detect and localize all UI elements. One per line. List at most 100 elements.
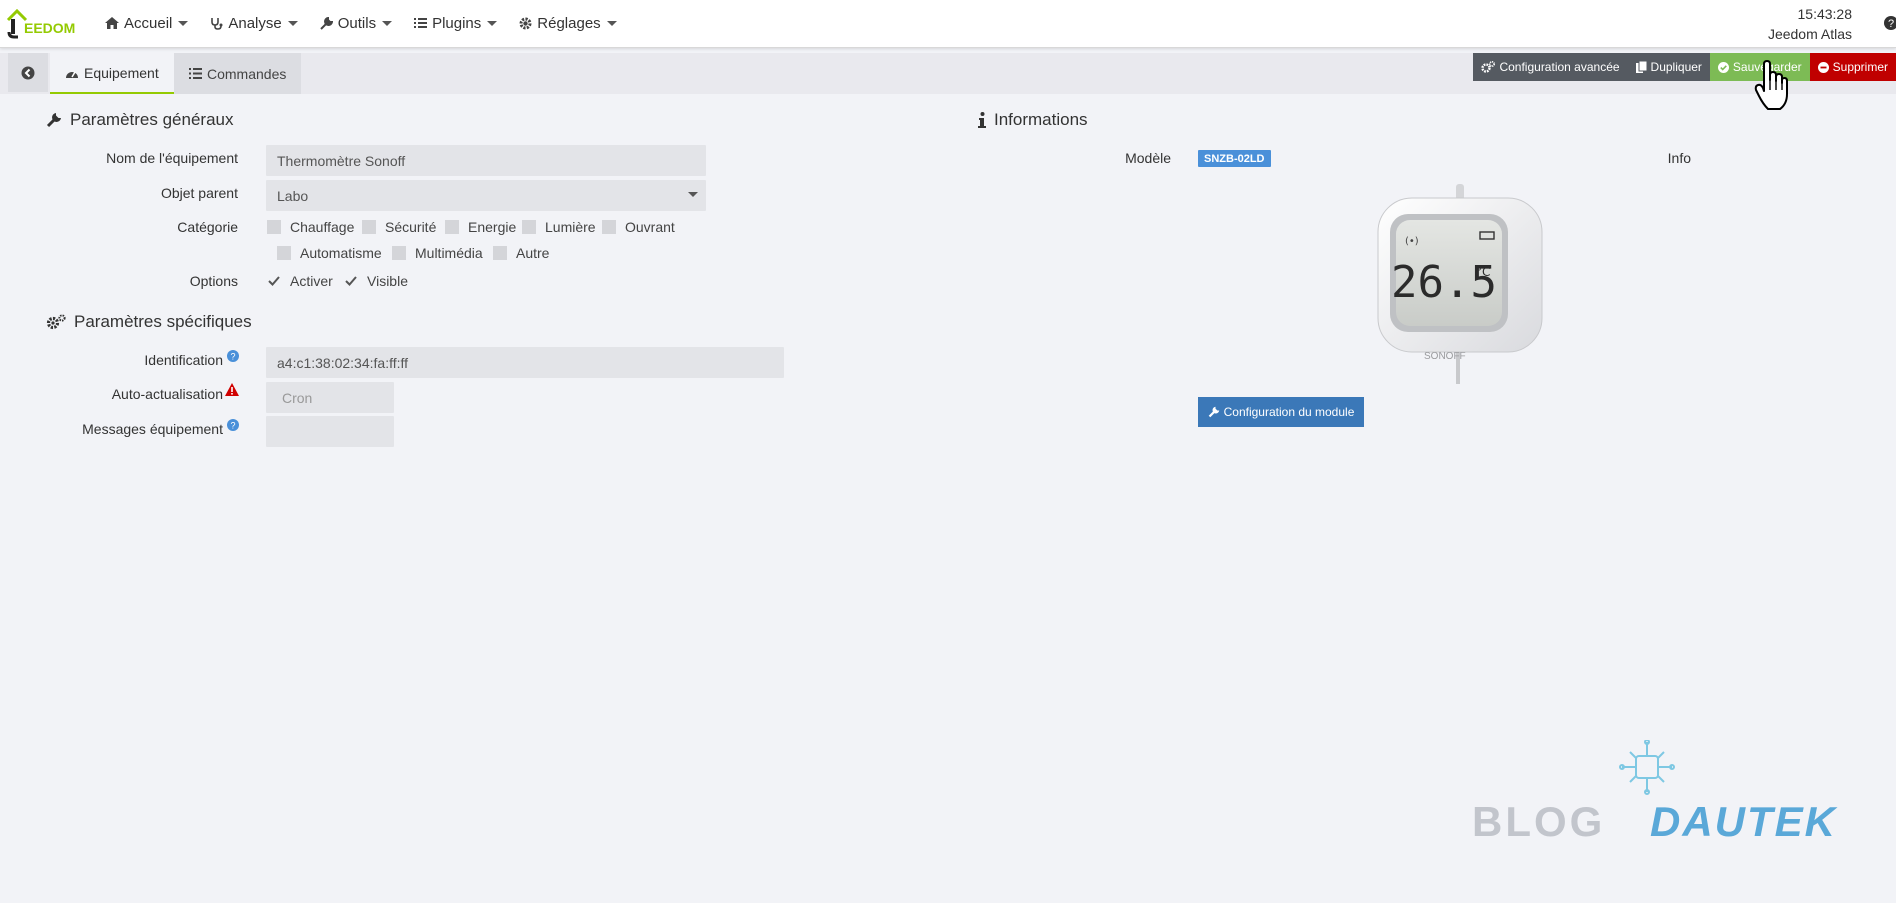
checkbox-box bbox=[522, 220, 536, 234]
question-circle-icon[interactable]: ? bbox=[227, 418, 239, 431]
tab-equipement[interactable]: Equipement bbox=[50, 53, 174, 94]
objet-parent-select[interactable]: Labo bbox=[266, 180, 706, 211]
category-lumiere-checkbox[interactable]: Lumière bbox=[522, 219, 596, 235]
dupliquer-label: Dupliquer bbox=[1650, 60, 1702, 74]
config-avancee-label: Configuration avancée bbox=[1499, 60, 1620, 74]
category-chauffage-checkbox[interactable]: Chauffage bbox=[267, 219, 354, 235]
category-autre-checkbox[interactable]: Autre bbox=[493, 245, 549, 261]
hand-pointer-cursor-icon bbox=[1754, 60, 1790, 112]
tab-commandes[interactable]: Commandes bbox=[174, 53, 302, 94]
watermark-blog-text: BLOG bbox=[1472, 798, 1605, 845]
device-display-unit: °C bbox=[1476, 265, 1490, 279]
dupliquer-button[interactable]: Dupliquer bbox=[1627, 53, 1710, 81]
clock: 15:43:28 Jeedom Atlas bbox=[1768, 4, 1852, 44]
category-multimedia-checkbox[interactable]: Multimédia bbox=[392, 245, 483, 261]
tab-commandes-label: Commandes bbox=[207, 65, 287, 82]
list-icon bbox=[189, 68, 202, 79]
tachometer-icon bbox=[65, 67, 79, 79]
chevron-down-icon bbox=[606, 20, 617, 26]
svg-text:?: ? bbox=[1888, 18, 1894, 30]
nom-equipement-value: Thermomètre Sonoff bbox=[277, 152, 406, 169]
device-brand-label: SONOFF bbox=[1424, 351, 1466, 362]
category-automatisme-label: Automatisme bbox=[300, 245, 382, 261]
nom-equipement-input[interactable]: Thermomètre Sonoff bbox=[266, 145, 706, 176]
category-ouvrant-checkbox[interactable]: Ouvrant bbox=[602, 219, 675, 235]
tasks-icon bbox=[414, 17, 428, 29]
device-image: (•) 26.5 °C SONOFF bbox=[1372, 184, 1548, 384]
modele-label: Modèle bbox=[1125, 150, 1171, 166]
cog-icon bbox=[519, 17, 532, 30]
back-button[interactable] bbox=[8, 53, 48, 92]
nav-accueil-label: Accueil bbox=[124, 14, 173, 32]
wrench-icon bbox=[46, 112, 62, 128]
nav-outils-label: Outils bbox=[337, 14, 377, 32]
jeedom-logo[interactable]: EEDOM bbox=[6, 6, 78, 40]
checkbox-box bbox=[445, 220, 459, 234]
option-activer-label: Activer bbox=[290, 273, 333, 289]
category-ouvrant-label: Ouvrant bbox=[625, 219, 675, 235]
category-securite-label: Sécurité bbox=[385, 219, 437, 235]
section-parametres-generaux-title: Paramètres généraux bbox=[70, 110, 234, 129]
checkbox-box bbox=[362, 220, 376, 234]
main-menu: Accueil Analyse Outils Plugins Réglages bbox=[94, 0, 628, 46]
info-icon bbox=[978, 112, 986, 128]
category-multimedia-label: Multimédia bbox=[415, 245, 483, 261]
category-chauffage-label: Chauffage bbox=[290, 219, 355, 235]
svg-text:(•): (•) bbox=[1405, 236, 1419, 247]
action-buttons: Configuration avancée Dupliquer Sauvegar… bbox=[1473, 53, 1896, 81]
wrench-icon bbox=[320, 16, 333, 30]
check-icon bbox=[344, 274, 358, 288]
checkbox-box bbox=[392, 246, 406, 260]
identification-value: a4:c1:38:02:34:fa:ff:ff bbox=[277, 354, 409, 371]
option-visible-checkbox[interactable]: Visible bbox=[344, 273, 408, 289]
supprimer-label: Supprimer bbox=[1832, 60, 1888, 74]
categorie-label: Catégorie bbox=[177, 219, 238, 235]
wrench-icon bbox=[1208, 406, 1220, 418]
nav-reglages[interactable]: Réglages bbox=[508, 0, 627, 46]
option-activer-checkbox[interactable]: Activer bbox=[267, 273, 333, 289]
nav-accueil[interactable]: Accueil bbox=[94, 0, 199, 46]
nav-outils[interactable]: Outils bbox=[309, 0, 403, 46]
logo-text: EEDOM bbox=[24, 20, 75, 36]
category-securite-checkbox[interactable]: Sécurité bbox=[362, 219, 436, 235]
clock-time: 15:43:28 bbox=[1797, 6, 1853, 22]
checkbox-box bbox=[493, 246, 507, 260]
home-icon bbox=[105, 17, 119, 29]
auto-actualisation-input[interactable]: Cron bbox=[266, 382, 394, 413]
nav-reglages-label: Réglages bbox=[537, 14, 601, 32]
tab-equipement-label: Equipement bbox=[84, 64, 159, 81]
question-circle-icon[interactable]: ? bbox=[227, 349, 239, 362]
minus-circle-icon bbox=[1817, 61, 1829, 73]
category-automatisme-checkbox[interactable]: Automatisme bbox=[277, 245, 382, 261]
section-informations: Informations bbox=[978, 110, 1088, 130]
nav-analyse-label: Analyse bbox=[228, 14, 282, 32]
chevron-down-icon bbox=[287, 20, 298, 26]
blog-dautek-watermark: BLOG DAUTEK bbox=[1472, 739, 1844, 850]
nav-plugins-label: Plugins bbox=[432, 14, 482, 32]
category-lumiere-label: Lumière bbox=[545, 219, 596, 235]
nav-plugins[interactable]: Plugins bbox=[403, 0, 508, 46]
configuration-module-label: Configuration du module bbox=[1223, 405, 1355, 419]
warning-icon[interactable] bbox=[225, 383, 239, 396]
messages-equipement-label: Messages équipement bbox=[82, 421, 223, 437]
category-energie-checkbox[interactable]: Energie bbox=[445, 219, 516, 235]
identification-input[interactable]: a4:c1:38:02:34:fa:ff:ff bbox=[266, 347, 784, 378]
supprimer-button[interactable]: Supprimer bbox=[1809, 53, 1896, 81]
messages-equipement-input[interactable] bbox=[266, 416, 394, 447]
watermark-dautek-text: DAUTEK bbox=[1650, 798, 1838, 845]
nav-analyse[interactable]: Analyse bbox=[199, 0, 308, 46]
logo-text-rest: EEDOM bbox=[24, 20, 76, 36]
configuration-module-button[interactable]: Configuration du module bbox=[1198, 397, 1364, 427]
svg-text:?: ? bbox=[230, 421, 235, 431]
help-icon[interactable]: ? bbox=[1882, 14, 1896, 32]
check-icon bbox=[267, 274, 281, 288]
config-avancee-button[interactable]: Configuration avancée bbox=[1473, 53, 1628, 81]
section-parametres-specifiques: Paramètres spécifiques bbox=[46, 312, 252, 332]
identification-label: Identification bbox=[144, 352, 223, 368]
info-label: Info bbox=[1667, 150, 1691, 166]
section-parametres-specifiques-title: Paramètres spécifiques bbox=[74, 312, 252, 331]
copy-icon bbox=[1635, 61, 1647, 73]
section-informations-title: Informations bbox=[994, 110, 1088, 129]
auto-actualisation-label: Auto-actualisation bbox=[111, 386, 223, 402]
clock-user: Jeedom Atlas bbox=[1767, 26, 1852, 42]
